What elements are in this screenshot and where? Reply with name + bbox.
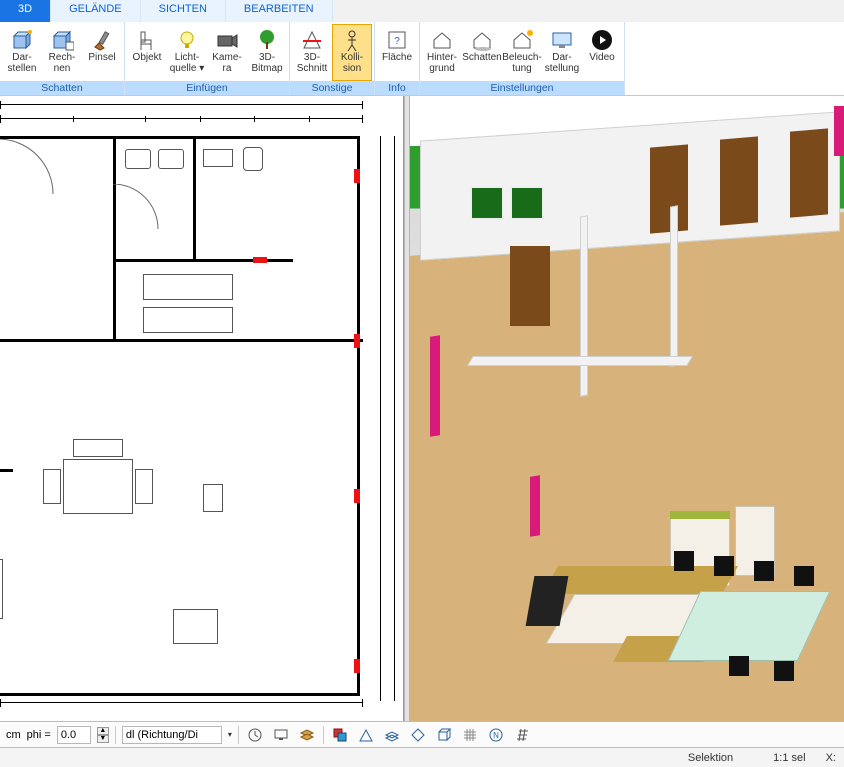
schatten-button[interactable]: Schatten (462, 24, 502, 81)
status-ratio: 1:1 sel (773, 752, 805, 764)
status-x: X: (826, 752, 836, 764)
unit-label: cm (6, 729, 21, 741)
chair-icon (134, 27, 160, 53)
svg-text:N: N (493, 731, 499, 740)
brush-icon (89, 27, 115, 53)
play-icon (589, 27, 615, 53)
tab-bearbeiten[interactable]: BEARBEITEN (226, 0, 333, 22)
section-icon (299, 27, 325, 53)
monitor-icon (549, 27, 575, 53)
beleuchtung-button[interactable]: Beleuch-tung (502, 24, 542, 81)
tree-icon (254, 27, 280, 53)
phi-spinner[interactable]: ▲▼ (97, 727, 109, 743)
cube-icon[interactable] (434, 725, 454, 745)
kamera-button[interactable]: Kame-ra (207, 24, 247, 81)
bulb-icon (174, 27, 200, 53)
pinsel-button[interactable]: Pinsel (82, 24, 122, 81)
cube-calc-icon (49, 27, 75, 53)
status-selection: Selektion (688, 752, 733, 764)
house-light-icon (509, 27, 535, 53)
north-icon[interactable]: N (486, 725, 506, 745)
3d-schnitt-button[interactable]: 3D-Schnitt (292, 24, 332, 81)
objekt-button[interactable]: Objekt (127, 24, 167, 81)
area-icon: ? (384, 27, 410, 53)
workspace (0, 96, 844, 721)
layers-icon[interactable] (297, 725, 317, 745)
ribbon-group-schatten: Dar-stellen Rech-nen Pinsel Schatten (0, 22, 125, 95)
ribbon: Dar-stellen Rech-nen Pinsel Schatten Obj… (0, 22, 844, 96)
grid-icon[interactable] (460, 725, 480, 745)
angle-icon[interactable] (356, 725, 376, 745)
tab-gelaende[interactable]: GELÄNDE (51, 0, 141, 22)
ribbon-group-einfuegen: Objekt Licht-quelle ▾ Kame-ra 3D-Bitmap … (125, 22, 290, 95)
menu-tabs: 3D GELÄNDE SICHTEN BEARBEITEN (0, 0, 844, 22)
phi-label: phi = (27, 729, 51, 741)
render-3d-view[interactable] (410, 96, 844, 721)
diamond-icon[interactable] (408, 725, 428, 745)
phi-input[interactable]: 0.0 (57, 726, 91, 744)
person-icon (339, 27, 365, 53)
bottom-toolbar: cm phi = 0.0 ▲▼ dl (Richtung/Di▾ N (0, 721, 844, 747)
stack-icon[interactable] (330, 725, 350, 745)
sheets-icon[interactable] (382, 725, 402, 745)
monitor-small-icon[interactable] (271, 725, 291, 745)
tab-sichten[interactable]: SICHTEN (141, 0, 226, 22)
3d-bitmap-button[interactable]: 3D-Bitmap (247, 24, 287, 81)
house-bg-icon (429, 27, 455, 53)
clock-icon[interactable] (245, 725, 265, 745)
video-button[interactable]: Video (582, 24, 622, 81)
direction-dropdown[interactable]: dl (Richtung/Di (122, 726, 222, 744)
ribbon-group-info: ? Fläche Info (375, 22, 420, 95)
rechnen-button[interactable]: Rech-nen (42, 24, 82, 81)
kollision-button[interactable]: Kolli-sion (332, 24, 372, 81)
darstellung-button[interactable]: Dar-stellung (542, 24, 582, 81)
hintergrund-button[interactable]: Hinter-grund (422, 24, 462, 81)
flaeche-button[interactable]: ? Fläche (377, 24, 417, 81)
house-shadow-icon (469, 27, 495, 53)
camera-icon (214, 27, 240, 53)
hash-icon[interactable] (512, 725, 532, 745)
tab-3d[interactable]: 3D (0, 0, 51, 22)
floorplan-2d-view[interactable] (0, 96, 404, 721)
lichtquelle-button[interactable]: Licht-quelle ▾ (167, 24, 207, 81)
svg-text:?: ? (394, 36, 400, 47)
status-bar: Selektion 1:1 sel X: (0, 747, 844, 767)
darstellen-button[interactable]: Dar-stellen (2, 24, 42, 81)
ribbon-group-einstellungen: Hinter-grund Schatten Beleuch-tung Dar-s… (420, 22, 625, 95)
ribbon-group-sonstige: 3D-Schnitt Kolli-sion Sonstige (290, 22, 375, 95)
cube-sun-icon (9, 27, 35, 53)
